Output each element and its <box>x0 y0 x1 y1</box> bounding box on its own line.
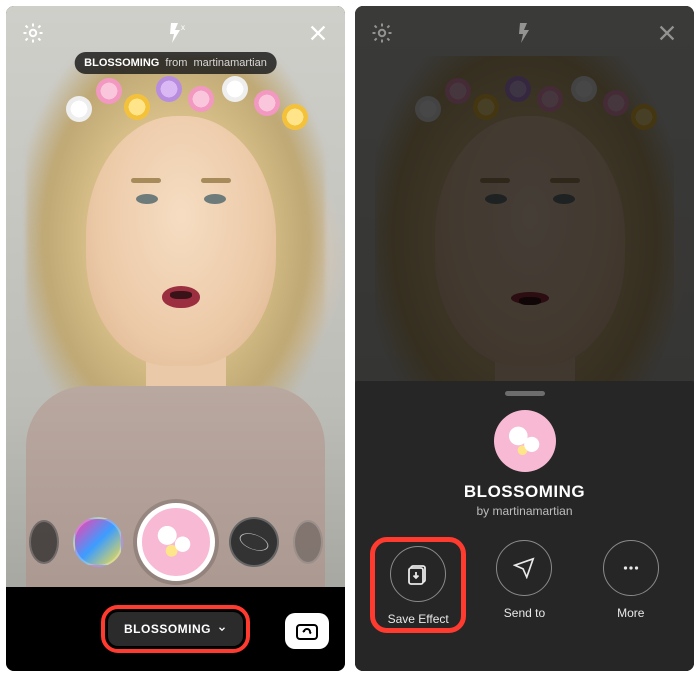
flower-crown-overlay <box>66 76 295 146</box>
send-to-button[interactable]: Send to <box>479 540 569 630</box>
gear-icon[interactable] <box>20 20 46 46</box>
current-effect-chip[interactable]: BLOSSOMING <box>108 612 243 646</box>
effect-thumb-selected[interactable] <box>137 503 215 581</box>
effect-details-sheet-screen: BLOSSOMING by martinamartian Save Effect <box>355 6 694 671</box>
svg-text:x: x <box>181 23 185 32</box>
effect-thumb[interactable] <box>293 520 323 564</box>
by-word: by <box>476 504 489 518</box>
effect-thumb[interactable] <box>29 520 59 564</box>
sheet-actions-row: Save Effect Send to More <box>355 540 694 648</box>
send-to-label: Send to <box>504 606 545 620</box>
effect-carousel[interactable] <box>6 497 345 587</box>
more-icon <box>603 540 659 596</box>
flash-off-icon[interactable]: x <box>163 20 189 46</box>
flower-crown-overlay <box>415 76 644 146</box>
effect-author: martinamartian <box>193 57 266 69</box>
portrait-mouth <box>162 286 200 308</box>
sheet-grabber[interactable] <box>505 391 545 396</box>
effect-author: martinamartian <box>493 504 573 518</box>
effect-name: BLOSSOMING <box>84 57 159 69</box>
portrait-eye <box>204 194 226 204</box>
camera-screen-with-effect: x BLOSSOMING from martinamartian BLOSSOM… <box>6 6 345 671</box>
effect-thumb[interactable] <box>73 517 123 567</box>
gear-icon[interactable] <box>369 20 395 46</box>
effect-attribution-pill[interactable]: BLOSSOMING from martinamartian <box>74 52 277 74</box>
current-effect-label: BLOSSOMING <box>124 622 211 636</box>
effect-bottom-sheet: BLOSSOMING by martinamartian Save Effect <box>355 381 694 671</box>
camera-switch-icon <box>295 621 319 641</box>
more-button[interactable]: More <box>586 540 676 630</box>
portrait-face <box>86 116 276 366</box>
portrait-brow <box>201 178 231 183</box>
portrait-eye <box>136 194 158 204</box>
save-effect-button[interactable]: Save Effect <box>373 540 463 630</box>
portrait-face <box>435 116 625 366</box>
effect-title: BLOSSOMING <box>464 482 585 502</box>
portrait-brow <box>131 178 161 183</box>
chevron-down-icon <box>217 624 227 634</box>
from-word: from <box>165 57 187 69</box>
effect-author-line[interactable]: by martinamartian <box>476 504 572 518</box>
close-icon[interactable] <box>654 20 680 46</box>
flash-off-icon[interactable] <box>512 20 538 46</box>
close-icon[interactable] <box>305 20 331 46</box>
save-effect-icon <box>390 546 446 602</box>
more-label: More <box>617 606 644 620</box>
camera-switch-button[interactable] <box>285 613 329 649</box>
camera-top-bar <box>355 6 694 66</box>
camera-bottom-bar: BLOSSOMING <box>6 587 345 671</box>
effect-avatar[interactable] <box>494 410 556 472</box>
effect-thumb[interactable] <box>229 517 279 567</box>
save-effect-label: Save Effect <box>388 612 449 626</box>
send-icon <box>496 540 552 596</box>
